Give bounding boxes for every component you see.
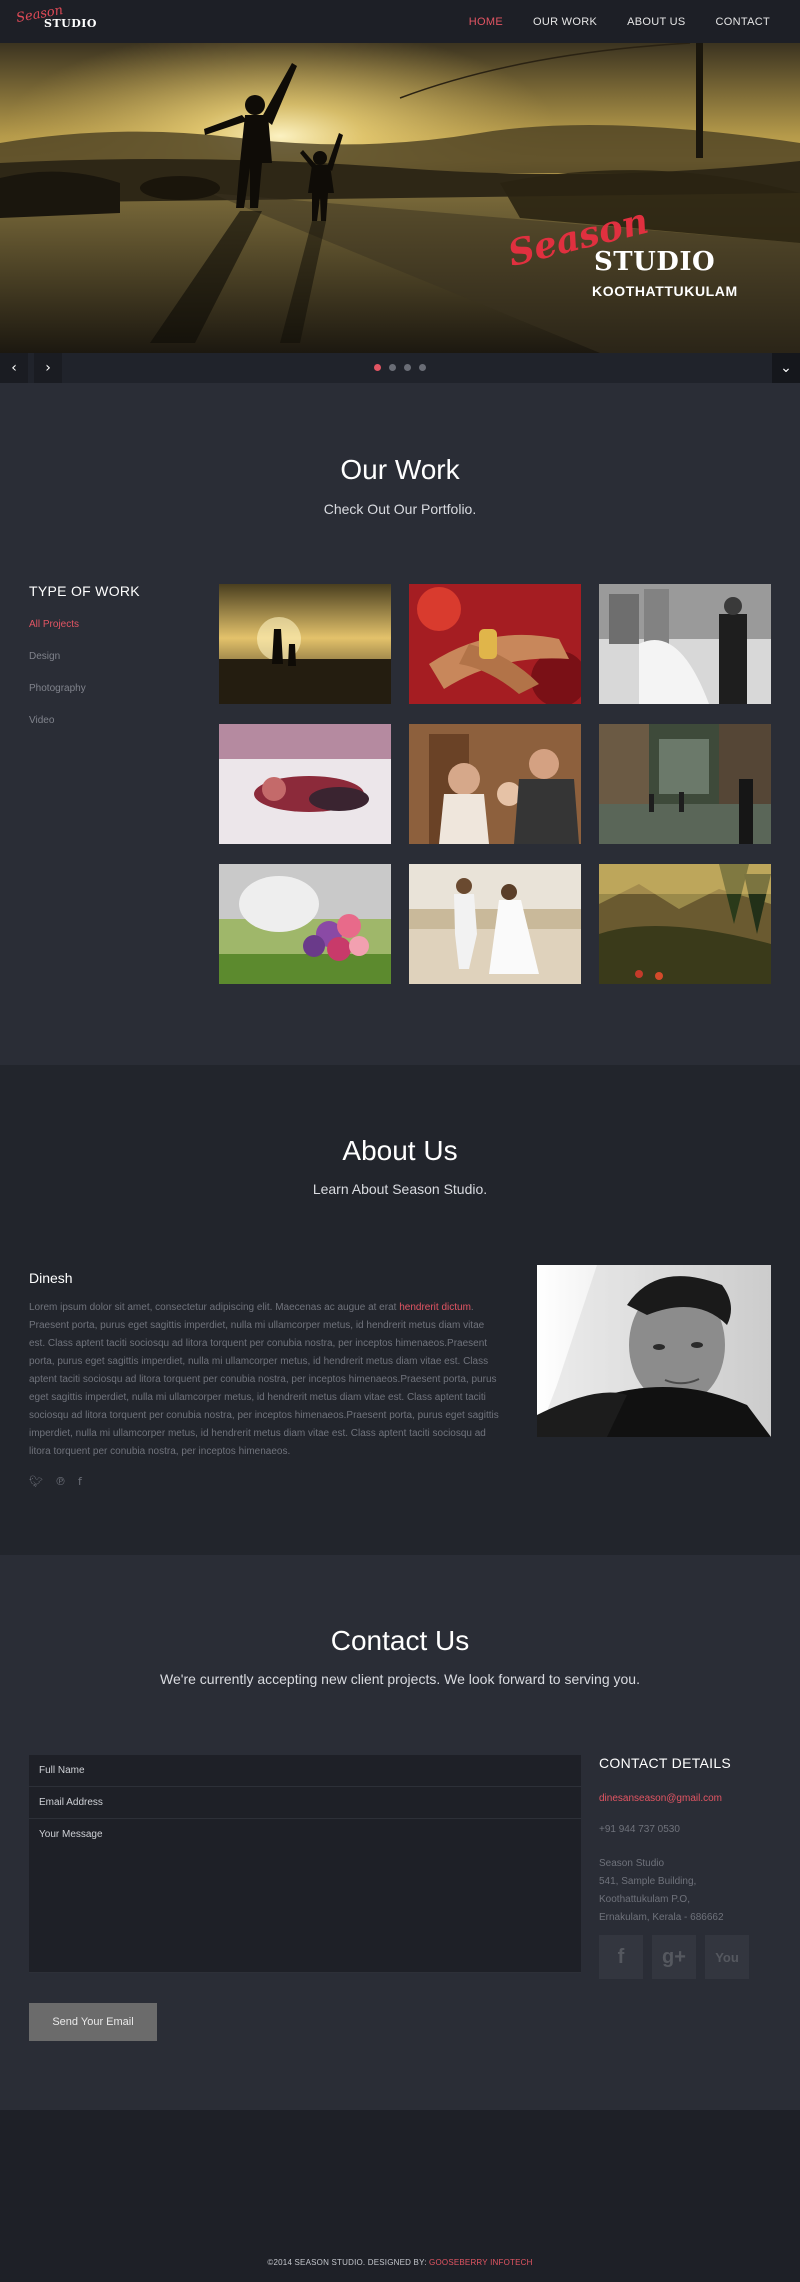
portfolio-item[interactable] <box>599 864 771 984</box>
filter-design[interactable]: Design <box>29 651 86 683</box>
contact-details-title: CONTACT DETAILS <box>599 1755 732 1771</box>
bio-text: Lorem ipsum dolor sit amet, consectetur … <box>29 1302 400 1313</box>
slide-dots <box>374 364 426 371</box>
slider-controls: ‹ › ⌄ <box>0 353 800 383</box>
address-line: Season Studio <box>599 1858 665 1869</box>
youtube-icon[interactable]: You <box>705 1935 749 1979</box>
filter-all-projects[interactable]: All Projects <box>29 619 86 651</box>
contact-title: Contact Us <box>330 1625 470 1656</box>
about-us-title: About Us <box>342 1135 458 1166</box>
contact-email-link[interactable]: dinesanseason@gmail.com <box>599 1793 722 1804</box>
filter-video[interactable]: Video <box>29 715 86 747</box>
nav-about-us[interactable]: ABOUT US <box>627 16 685 28</box>
contact-social-links: f g+ You <box>599 1935 749 1979</box>
twitter-icon[interactable]: 🐦︎ <box>29 1475 43 1488</box>
address-line: 541, Sample Building, <box>599 1876 697 1887</box>
portfolio-item[interactable] <box>219 584 391 704</box>
message-field[interactable]: Your Message <box>29 1819 581 1973</box>
hero-brand: Season STUDIO KOOTHATTUKULAM <box>504 200 737 313</box>
portfolio-item[interactable] <box>409 584 581 704</box>
nav-our-work[interactable]: OUR WORK <box>533 16 597 28</box>
portfolio-item[interactable] <box>409 864 581 984</box>
nav-contact[interactable]: CONTACT <box>716 16 770 28</box>
chevron-left-icon[interactable]: ‹ <box>0 353 28 383</box>
our-work-section: Our Work Check Out Our Portfolio. TYPE O… <box>0 383 800 1065</box>
contact-details: CONTACT DETAILS dinesanseason@gmail.com … <box>599 1755 779 1979</box>
contact-section: Contact Us We're currently accepting new… <box>0 1555 800 2110</box>
contact-phone: +91 944 737 0530 <box>599 1824 680 1835</box>
our-work-subtitle: Check Out Our Portfolio. <box>323 501 477 517</box>
team-member-bio: Lorem ipsum dolor sit amet, consectetur … <box>29 1299 499 1461</box>
contact-subtitle: We're currently accepting new client pro… <box>160 1671 640 1687</box>
copyright-text: ©2014 SEASON STUDIO. DESIGNED BY: <box>267 2258 430 2267</box>
site-logo[interactable]: Season STUDIO <box>15 3 96 35</box>
full-name-field[interactable]: Full Name <box>29 1755 581 1787</box>
bio-link[interactable]: hendrerit dictum <box>399 1302 471 1313</box>
send-email-button[interactable]: Send Your Email <box>29 2003 157 2041</box>
address-line: Koothattukulam P.O, <box>599 1894 690 1905</box>
about-us-section: About Us Learn About Season Studio. Dine… <box>0 1065 800 1555</box>
our-work-title: Our Work <box>340 454 460 485</box>
facebook-icon[interactable]: f <box>78 1475 82 1488</box>
slide-dot[interactable] <box>374 364 381 371</box>
about-us-subtitle: Learn About Season Studio. <box>312 1181 488 1197</box>
portfolio-item[interactable] <box>599 724 771 844</box>
portfolio-item[interactable] <box>599 584 771 704</box>
member-socials: 🐦︎ ℗ f <box>29 1475 82 1488</box>
footer-copyright: ©2014 SEASON STUDIO. DESIGNED BY: GOOSEB… <box>0 2258 800 2267</box>
filter-photography[interactable]: Photography <box>29 683 86 715</box>
logo-studio-text: STUDIO <box>44 17 97 30</box>
chevron-right-icon[interactable]: › <box>34 353 62 383</box>
hero-location-text: KOOTHATTUKULAM <box>592 283 738 299</box>
designer-link[interactable]: GOOSEBERRY INFOTECH <box>429 2258 533 2267</box>
contact-address: Season Studio 541, Sample Building, Koot… <box>599 1855 724 1927</box>
slide-dot[interactable] <box>419 364 426 371</box>
top-navbar: Season STUDIO HOME OUR WORK ABOUT US CON… <box>0 0 800 43</box>
work-filters: All Projects Design Photography Video <box>29 619 86 747</box>
address-line: Ernakulam, Kerala - 686662 <box>599 1912 724 1923</box>
type-of-work-title: TYPE OF WORK <box>29 583 140 599</box>
main-menu: HOME OUR WORK ABOUT US CONTACT <box>469 0 770 43</box>
google-plus-icon[interactable]: g+ <box>652 1935 696 1979</box>
slide-dot[interactable] <box>404 364 411 371</box>
pinterest-icon[interactable]: ℗ <box>55 1475 66 1488</box>
email-field[interactable]: Email Address <box>29 1787 581 1819</box>
nav-home[interactable]: HOME <box>469 16 503 28</box>
team-member-name: Dinesh <box>29 1270 73 1286</box>
bio-text: . Praesent porta, purus eget sagittis im… <box>29 1302 499 1457</box>
hero-studio-text: STUDIO <box>594 247 716 277</box>
portfolio-item[interactable] <box>409 724 581 844</box>
facebook-icon[interactable]: f <box>599 1935 643 1979</box>
team-member-photo <box>537 1265 771 1437</box>
chevron-down-icon[interactable]: ⌄ <box>772 353 800 383</box>
hero-slide: Season STUDIO KOOTHATTUKULAM <box>0 43 800 353</box>
slide-dot[interactable] <box>389 364 396 371</box>
site-footer: ©2014 SEASON STUDIO. DESIGNED BY: GOOSEB… <box>0 2110 800 2282</box>
portfolio-item[interactable] <box>219 724 391 844</box>
portfolio-item[interactable] <box>219 864 391 984</box>
